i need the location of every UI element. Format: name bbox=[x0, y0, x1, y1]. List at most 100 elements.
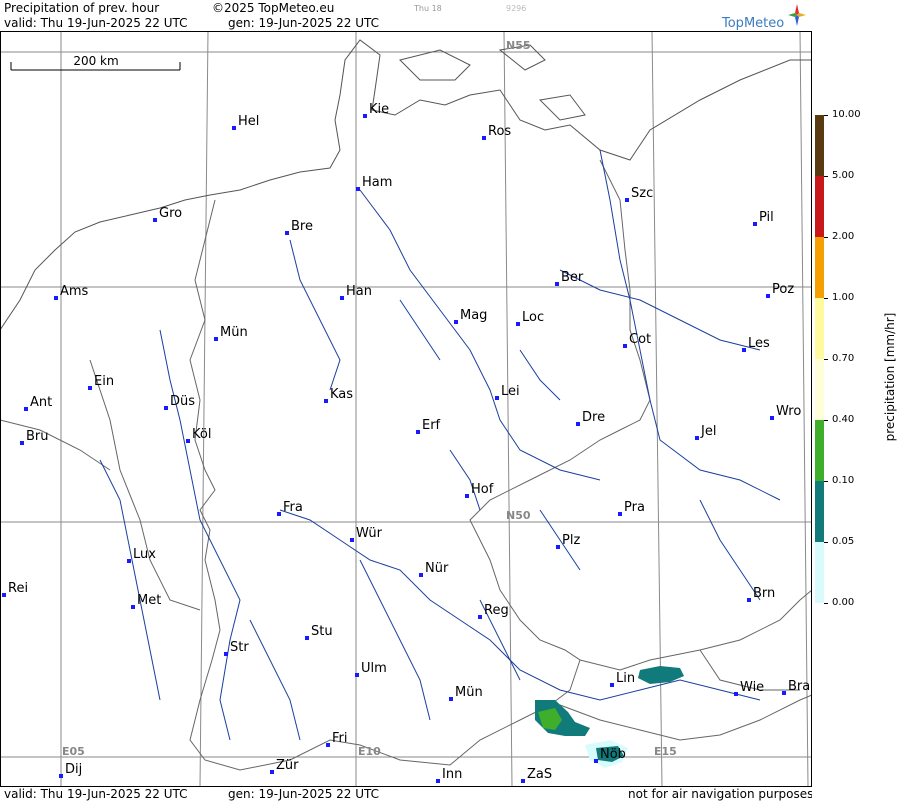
disclaimer: not for air navigation purposes bbox=[628, 787, 814, 801]
legend-color-band bbox=[815, 237, 824, 298]
city-marker bbox=[131, 605, 135, 609]
legend-title: precipitation [mm/hr] bbox=[883, 312, 897, 442]
city-marker bbox=[419, 573, 423, 577]
city-marker bbox=[516, 322, 520, 326]
city-label: Zür bbox=[276, 758, 299, 773]
city-marker bbox=[695, 436, 699, 440]
city-marker bbox=[59, 774, 63, 778]
city-marker bbox=[623, 344, 627, 348]
city-marker bbox=[340, 296, 344, 300]
city-label: Brn bbox=[753, 586, 775, 601]
weather-map: N55 N50 E05 E10 E15 200 km Kie Hel Ros Ham S… bbox=[0, 30, 812, 788]
city-label: Bre bbox=[291, 219, 313, 234]
city-label: Bru bbox=[26, 429, 49, 444]
footer-gen-time: gen: 19-Jun-2025 22 UTC bbox=[228, 787, 380, 801]
city-label: Stu bbox=[311, 624, 333, 639]
logo-text: TopMeteo bbox=[722, 16, 785, 31]
city-label: Mün bbox=[220, 325, 248, 340]
city-marker bbox=[495, 396, 499, 400]
city-marker bbox=[164, 406, 168, 410]
legend-tick bbox=[824, 542, 828, 543]
legend-tick bbox=[824, 115, 828, 116]
legend-color-band bbox=[815, 298, 824, 359]
legend-value: 10.00 bbox=[832, 109, 861, 120]
city-label: Ber bbox=[561, 270, 584, 285]
city-marker bbox=[127, 559, 131, 563]
city-marker bbox=[576, 422, 580, 426]
city-label: Erf bbox=[422, 418, 441, 433]
city-marker bbox=[478, 615, 482, 619]
city-marker bbox=[20, 441, 24, 445]
city-label: Mün bbox=[455, 685, 483, 700]
city-marker bbox=[54, 296, 58, 300]
legend-color-band bbox=[815, 176, 824, 237]
city-marker bbox=[734, 692, 738, 696]
city-marker bbox=[465, 494, 469, 498]
city-marker bbox=[326, 743, 330, 747]
city-label: Hof bbox=[471, 482, 494, 497]
city-label: Poz bbox=[772, 282, 794, 297]
city-label: Plz bbox=[562, 533, 580, 548]
valid-time: valid: Thu 19-Jun-2025 22 UTC bbox=[4, 16, 188, 30]
city-marker bbox=[277, 512, 281, 516]
compass-icon bbox=[788, 4, 806, 26]
city-marker bbox=[305, 636, 309, 640]
footer-valid-time: valid: Thu 19-Jun-2025 22 UTC bbox=[4, 787, 188, 801]
grid-label-e05: E05 bbox=[62, 745, 85, 758]
legend-color-band bbox=[815, 359, 824, 420]
city-marker bbox=[625, 198, 629, 202]
city-label: Dij bbox=[65, 762, 82, 777]
scale-label: 200 km bbox=[73, 54, 118, 68]
grid-label-n55: N55 bbox=[506, 39, 531, 52]
legend-value: 1.00 bbox=[832, 292, 855, 303]
legend-color-band bbox=[815, 115, 824, 176]
city-label: Str bbox=[230, 640, 249, 655]
city-marker bbox=[363, 114, 367, 118]
city-label: Reg bbox=[484, 603, 509, 618]
city-label: Nöb bbox=[600, 747, 626, 762]
legend-value: 0.10 bbox=[832, 475, 855, 486]
city-label: Kie bbox=[369, 102, 389, 117]
city-label: ZaS bbox=[527, 767, 552, 782]
legend-color-band bbox=[815, 542, 824, 603]
gen-time: gen: 19-Jun-2025 22 UTC bbox=[228, 16, 380, 30]
city-label: Gro bbox=[159, 206, 182, 221]
city-marker bbox=[324, 399, 328, 403]
city-label: Lei bbox=[501, 384, 520, 399]
city-marker bbox=[556, 545, 560, 549]
city-marker bbox=[270, 770, 274, 774]
city-marker bbox=[594, 759, 598, 763]
city-label: Wro bbox=[776, 404, 801, 419]
city-label: Cot bbox=[629, 332, 651, 347]
city-marker bbox=[482, 136, 486, 140]
header-bar: Precipitation of prev. hour ©2025 TopMet… bbox=[0, 0, 812, 31]
city-marker bbox=[766, 294, 770, 298]
map-title: Precipitation of prev. hour bbox=[4, 1, 160, 15]
city-marker bbox=[610, 683, 614, 687]
city-marker bbox=[153, 218, 157, 222]
legend-color-band bbox=[815, 481, 824, 542]
footer-bar: valid: Thu 19-Jun-2025 22 UTC gen: 19-Ju… bbox=[0, 787, 814, 801]
city-label: Wie bbox=[740, 680, 764, 695]
city-marker bbox=[2, 593, 6, 597]
city-label: Ant bbox=[30, 395, 52, 410]
city-label: Inn bbox=[442, 767, 462, 782]
city-label: Met bbox=[137, 593, 161, 608]
city-marker bbox=[416, 430, 420, 434]
city-marker bbox=[753, 222, 757, 226]
city-label: Jel bbox=[700, 424, 716, 439]
city-marker bbox=[747, 598, 751, 602]
city-label: Ams bbox=[60, 284, 89, 299]
city-label: Fra bbox=[283, 500, 303, 515]
small-num: 9296 bbox=[506, 4, 527, 13]
city-marker bbox=[782, 691, 786, 695]
legend-value: 2.00 bbox=[832, 231, 855, 242]
city-label: Ros bbox=[488, 124, 511, 139]
city-label: Wür bbox=[356, 526, 383, 541]
city-marker bbox=[24, 407, 28, 411]
city-label: Kas bbox=[330, 387, 353, 402]
city-marker bbox=[186, 439, 190, 443]
city-label: Bra bbox=[788, 679, 810, 694]
city-marker bbox=[521, 779, 525, 783]
grid-label-e15: E15 bbox=[654, 745, 677, 758]
